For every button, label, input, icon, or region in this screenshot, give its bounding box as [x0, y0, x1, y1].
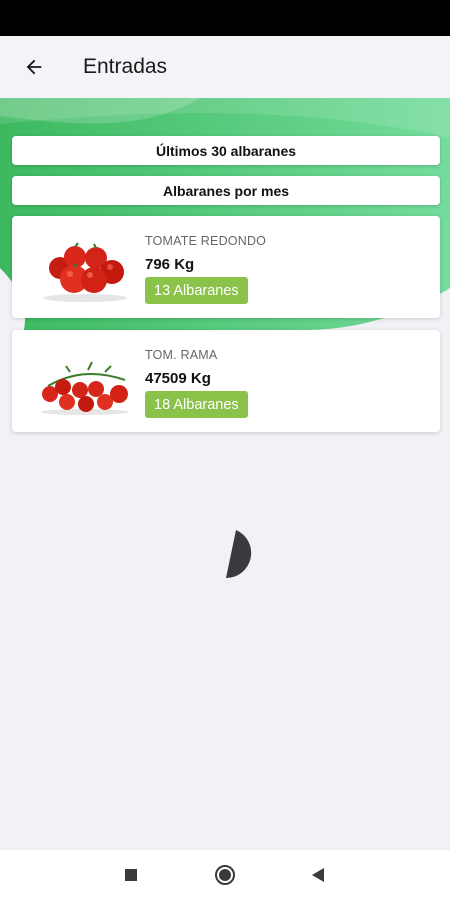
- delivery-notes-by-month-button[interactable]: Albaranes por mes: [12, 176, 440, 205]
- product-weight: 47509 Kg: [145, 370, 211, 387]
- app-bar: Entradas: [0, 36, 450, 98]
- back-button[interactable]: [12, 45, 56, 89]
- loading-spinner-icon: [226, 530, 252, 579]
- status-bar: [0, 0, 450, 36]
- page-title: Entradas: [83, 55, 168, 78]
- square-recent-apps-icon: [125, 869, 137, 881]
- product-card[interactable]: TOMATE REDONDO 796 Kg 13 Albaranes: [12, 216, 440, 318]
- triangle-back-icon: [312, 868, 324, 882]
- delivery-notes-badge: 13 Albaranes: [145, 277, 248, 304]
- home-button[interactable]: [212, 862, 238, 888]
- vine-tomatoes-image: [41, 361, 129, 415]
- product-card[interactable]: TOM. RAMA 47509 Kg 18 Albaranes: [12, 330, 440, 432]
- product-name: TOM. RAMA: [145, 348, 218, 362]
- product-name: TOMATE REDONDO: [145, 234, 267, 248]
- last-30-delivery-notes-button[interactable]: Últimos 30 albaranes: [12, 136, 440, 165]
- arrow-back-icon: [26, 59, 42, 75]
- circle-home-icon: [215, 865, 235, 885]
- product-weight: 796 Kg: [145, 256, 195, 273]
- system-navigation-bar: [0, 850, 450, 900]
- delivery-notes-badge: 18 Albaranes: [145, 391, 248, 418]
- system-back-button[interactable]: [305, 862, 331, 888]
- recent-apps-button[interactable]: [118, 862, 144, 888]
- round-tomatoes-image: [43, 242, 127, 302]
